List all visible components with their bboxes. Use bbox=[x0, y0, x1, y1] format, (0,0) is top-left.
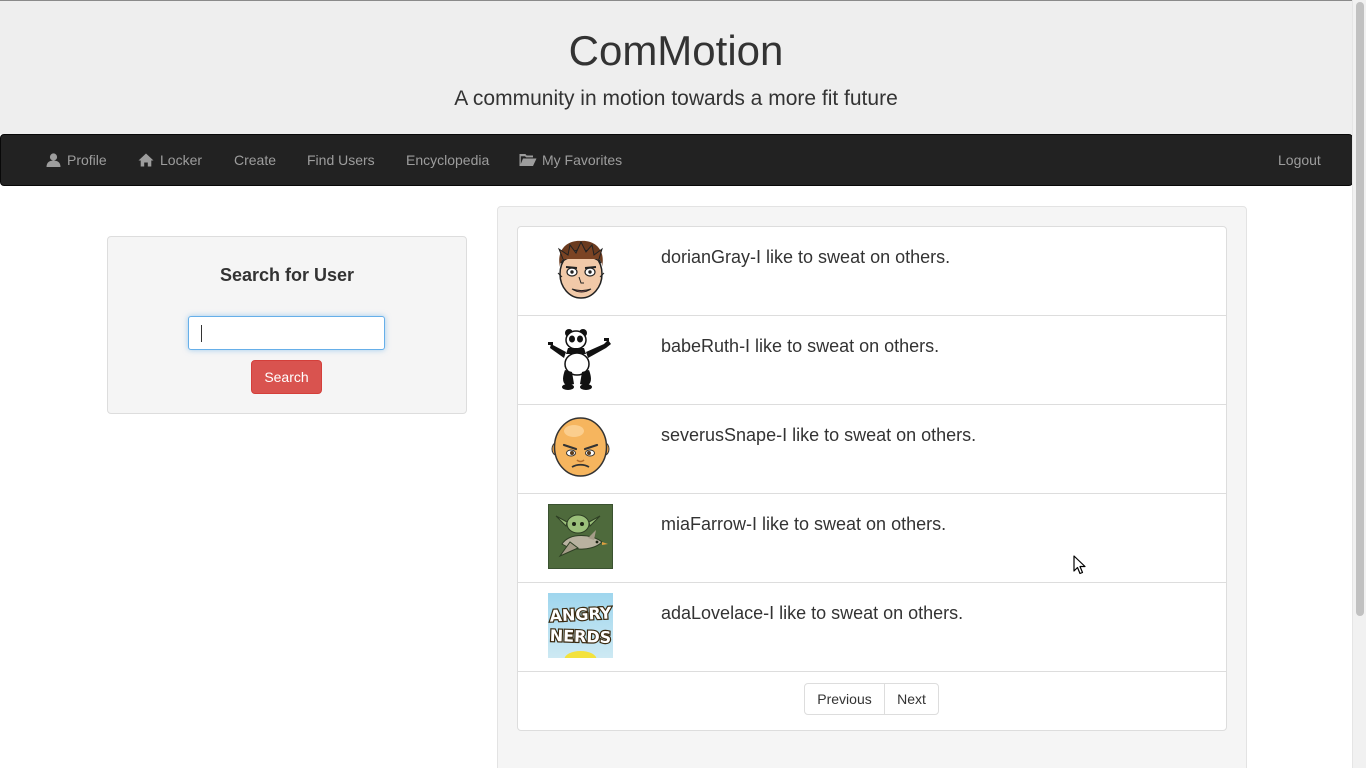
angry-nerds-avatar[interactable]: ANGRY NERDS bbox=[548, 593, 613, 658]
user-entry-text[interactable]: adaLovelace-I like to sweat on others. bbox=[661, 603, 963, 624]
site-title: ComMotion bbox=[568, 27, 784, 74]
user-row[interactable]: ANGRY NERDS adaLovelace-I like to sweat … bbox=[518, 583, 1226, 672]
user-entry-text[interactable]: severusSnape-I like to sweat on others. bbox=[661, 425, 976, 446]
cartoon-man-avatar[interactable] bbox=[548, 237, 613, 302]
panda-avatar[interactable] bbox=[548, 326, 613, 391]
user-row[interactable]: babeRuth-I like to sweat on others. bbox=[518, 316, 1226, 405]
search-button[interactable]: Search bbox=[251, 360, 322, 394]
text-cursor bbox=[201, 325, 202, 342]
folder-open-icon bbox=[519, 153, 537, 167]
previous-button[interactable]: Previous bbox=[804, 683, 885, 715]
user-entry-text[interactable]: dorianGray-I like to sweat on others. bbox=[661, 247, 950, 268]
user-entry-text[interactable]: miaFarrow-I like to sweat on others. bbox=[661, 514, 946, 535]
nav-item-create[interactable]: Create bbox=[234, 135, 276, 185]
user-row[interactable]: miaFarrow-I like to sweat on others. bbox=[518, 494, 1226, 583]
logout-link[interactable]: Logout bbox=[1278, 135, 1321, 185]
home-icon bbox=[138, 153, 154, 167]
user-entry-text[interactable]: babeRuth-I like to sweat on others. bbox=[661, 336, 939, 357]
nav-item-profile[interactable]: Profile bbox=[46, 135, 107, 185]
svg-text:ANGRY: ANGRY bbox=[549, 603, 612, 625]
user-list: dorianGray-I like to sweat on others. ba… bbox=[517, 226, 1227, 731]
next-button[interactable]: Next bbox=[884, 683, 939, 715]
site-tagline: A community in motion towards a more fit… bbox=[454, 87, 898, 110]
svg-text:NERDS: NERDS bbox=[549, 626, 611, 647]
page-scrollbar[interactable] bbox=[1352, 0, 1366, 768]
site-header: ComMotion A community in motion towards … bbox=[0, 1, 1352, 134]
user-icon bbox=[46, 153, 61, 167]
bald-face-avatar[interactable] bbox=[548, 415, 613, 480]
nav-item-encyclopedia[interactable]: Encyclopedia bbox=[406, 135, 489, 185]
user-row[interactable]: dorianGray-I like to sweat on others. bbox=[518, 227, 1226, 316]
nav-label-my-favorites: My Favorites bbox=[542, 152, 623, 168]
nav-item-locker[interactable]: Locker bbox=[138, 135, 202, 185]
nav-label-profile: Profile bbox=[67, 152, 107, 168]
search-panel: Search for User Search bbox=[107, 236, 467, 414]
mouse-cursor-icon bbox=[1073, 555, 1086, 580]
nav-label-locker: Locker bbox=[160, 152, 203, 168]
search-input[interactable] bbox=[188, 316, 385, 350]
search-title: Search for User bbox=[219, 265, 355, 285]
bird-avatar[interactable] bbox=[548, 504, 613, 569]
user-row[interactable]: severusSnape-I like to sweat on others. bbox=[518, 405, 1226, 494]
nav-item-my-favorites[interactable]: My Favorites bbox=[519, 135, 622, 185]
main-navbar: Profile Locker Create Find Users Encyclo… bbox=[0, 134, 1353, 186]
nav-item-find-users[interactable]: Find Users bbox=[307, 135, 375, 185]
scrollbar-thumb[interactable] bbox=[1356, 2, 1364, 616]
